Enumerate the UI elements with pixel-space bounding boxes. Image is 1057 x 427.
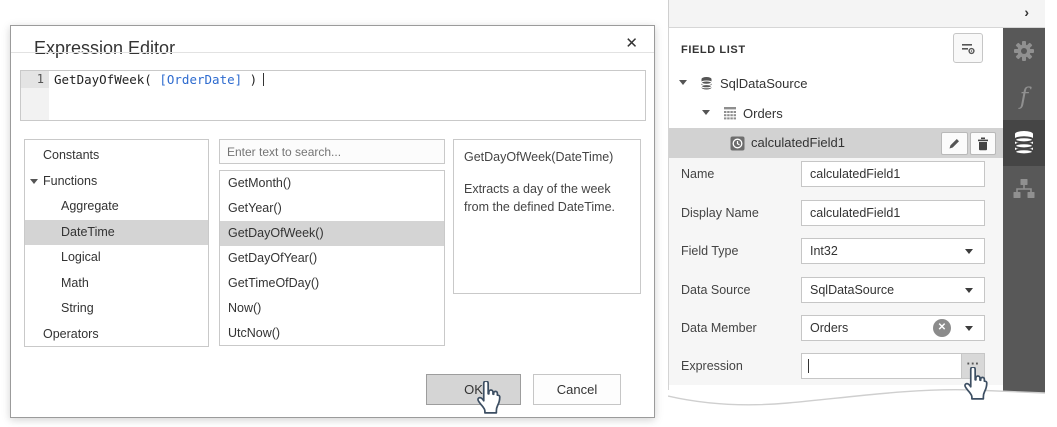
property-row-expression: Expression ··· [669, 353, 1004, 379]
line-number-gutter: 1 [21, 71, 49, 120]
chevron-down-icon[interactable] [965, 288, 973, 293]
expression-code-editor[interactable]: 1 GetDayOfWeek( [OrderDate] ) [20, 70, 646, 121]
cancel-button[interactable]: Cancel [533, 374, 621, 405]
dialog-title: Expression Editor [34, 38, 175, 59]
designer-toolbar: f [1003, 28, 1045, 396]
trash-icon [977, 137, 989, 151]
expander-icon[interactable] [30, 179, 38, 184]
property-row-display-name: Display Name [669, 200, 1004, 226]
expander-icon[interactable] [702, 110, 710, 115]
toolbar-field-list-button[interactable] [1003, 120, 1045, 166]
property-row-data-member: Data Member Orders ✕ [669, 315, 1004, 341]
calculated-field-icon [730, 136, 745, 151]
chevron-down-icon[interactable] [965, 326, 973, 331]
property-label: Field Type [681, 244, 738, 258]
search-input[interactable] [219, 139, 445, 164]
field-list-panel: FIELD LIST SqlDataSource [668, 28, 1003, 390]
code-line[interactable]: GetDayOfWeek( [OrderDate] ) [49, 71, 264, 120]
property-row-name: Name [669, 161, 1004, 187]
tree-row-label: Orders [743, 106, 783, 121]
name-field[interactable] [801, 161, 985, 187]
ok-button[interactable]: OK [426, 374, 521, 405]
tree-row-label: calculatedField1 [751, 135, 845, 150]
tree-row-sqldatasource[interactable]: SqlDataSource [669, 72, 1004, 96]
tree-item-datetime[interactable]: DateTime [25, 220, 208, 246]
property-label: Display Name [681, 206, 759, 220]
field-list-options-button[interactable] [953, 33, 983, 63]
function-item-selected[interactable]: GetDayOfWeek() [220, 221, 444, 246]
property-label: Name [681, 167, 714, 181]
toolbar-properties-button[interactable] [1003, 28, 1045, 74]
line-number: 1 [21, 71, 49, 88]
table-icon [723, 106, 737, 120]
code-field-token: [OrderDate] [159, 72, 242, 87]
panel-top-strip: › [668, 0, 1045, 28]
function-description-panel: GetDayOfWeek(DateTime) Extracts a day of… [453, 139, 641, 294]
close-icon[interactable]: ✕ [625, 34, 638, 54]
collapse-panel-icon[interactable]: › [1024, 4, 1029, 20]
tree-item-math[interactable]: Math [25, 271, 208, 297]
expression-field[interactable] [801, 353, 985, 379]
function-item[interactable]: GetMonth() [220, 171, 444, 196]
function-item[interactable]: UtcNow() [220, 321, 444, 346]
tree-item-operators[interactable]: Operators [25, 322, 208, 348]
delete-field-button[interactable] [970, 132, 996, 155]
tree-row-orders[interactable]: Orders [669, 102, 1004, 126]
list-options-icon [960, 40, 976, 56]
category-tree: Constants Functions Aggregate DateTime L… [24, 139, 209, 347]
toolbar-expressions-button[interactable]: f [1003, 74, 1045, 120]
function-item[interactable]: GetDayOfYear() [220, 246, 444, 271]
expression-editor-dialog: Expression Editor ✕ 1 GetDayOfWeek( [Ord… [10, 25, 655, 418]
screen: Expression Editor ✕ 1 GetDayOfWeek( [Ord… [0, 0, 1057, 427]
property-row-data-source: Data Source SqlDataSource [669, 277, 1004, 303]
toolbar-report-explorer-button[interactable] [1003, 166, 1045, 212]
field-properties-section: Name Display Name Field Type Int32 Data … [669, 158, 1004, 385]
text-caret [263, 73, 264, 86]
clear-icon[interactable]: ✕ [933, 319, 951, 337]
title-separator [11, 52, 654, 53]
field-list-title: FIELD LIST [681, 44, 746, 56]
function-item[interactable]: GetYear() [220, 196, 444, 221]
data-member-dropdown[interactable]: Orders [801, 315, 985, 341]
hierarchy-icon [1012, 178, 1036, 200]
function-description: Extracts a day of the week from the defi… [464, 180, 630, 216]
tree-item-string[interactable]: String [25, 296, 208, 322]
function-item[interactable]: Now() [220, 296, 444, 321]
gear-icon [1012, 39, 1036, 63]
property-row-field-type: Field Type Int32 [669, 238, 1004, 264]
tree-item-functions[interactable]: Functions [25, 169, 208, 195]
database-icon [700, 76, 713, 91]
tree-item-logical[interactable]: Logical [25, 245, 208, 271]
database-icon [1012, 130, 1036, 156]
tree-row-label: SqlDataSource [720, 76, 807, 91]
field-type-dropdown[interactable]: Int32 [801, 238, 985, 264]
tree-item-constants[interactable]: Constants [25, 143, 208, 169]
text-caret [808, 359, 809, 373]
display-name-field[interactable] [801, 200, 985, 226]
property-label: Data Member [681, 321, 757, 335]
tree-item-aggregate[interactable]: Aggregate [25, 194, 208, 220]
tree-row-calculatedfield-selected[interactable]: calculatedField1 [669, 128, 1004, 158]
data-source-dropdown[interactable]: SqlDataSource [801, 277, 985, 303]
pencil-icon [948, 137, 961, 150]
code-suffix: ) [242, 72, 257, 87]
function-item[interactable]: GetTimeOfDay() [220, 271, 444, 296]
edit-field-button[interactable] [941, 132, 968, 155]
expander-icon[interactable] [679, 80, 687, 85]
code-prefix: GetDayOfWeek( [54, 72, 159, 87]
property-label: Expression [681, 359, 743, 373]
property-label: Data Source [681, 283, 750, 297]
expression-ellipsis-button[interactable]: ··· [961, 354, 984, 378]
function-icon: f [1020, 84, 1029, 110]
chevron-down-icon[interactable] [965, 249, 973, 254]
function-list: GetMonth() GetYear() GetDayOfWeek() GetD… [219, 170, 445, 346]
function-signature: GetDayOfWeek(DateTime) [464, 150, 630, 164]
